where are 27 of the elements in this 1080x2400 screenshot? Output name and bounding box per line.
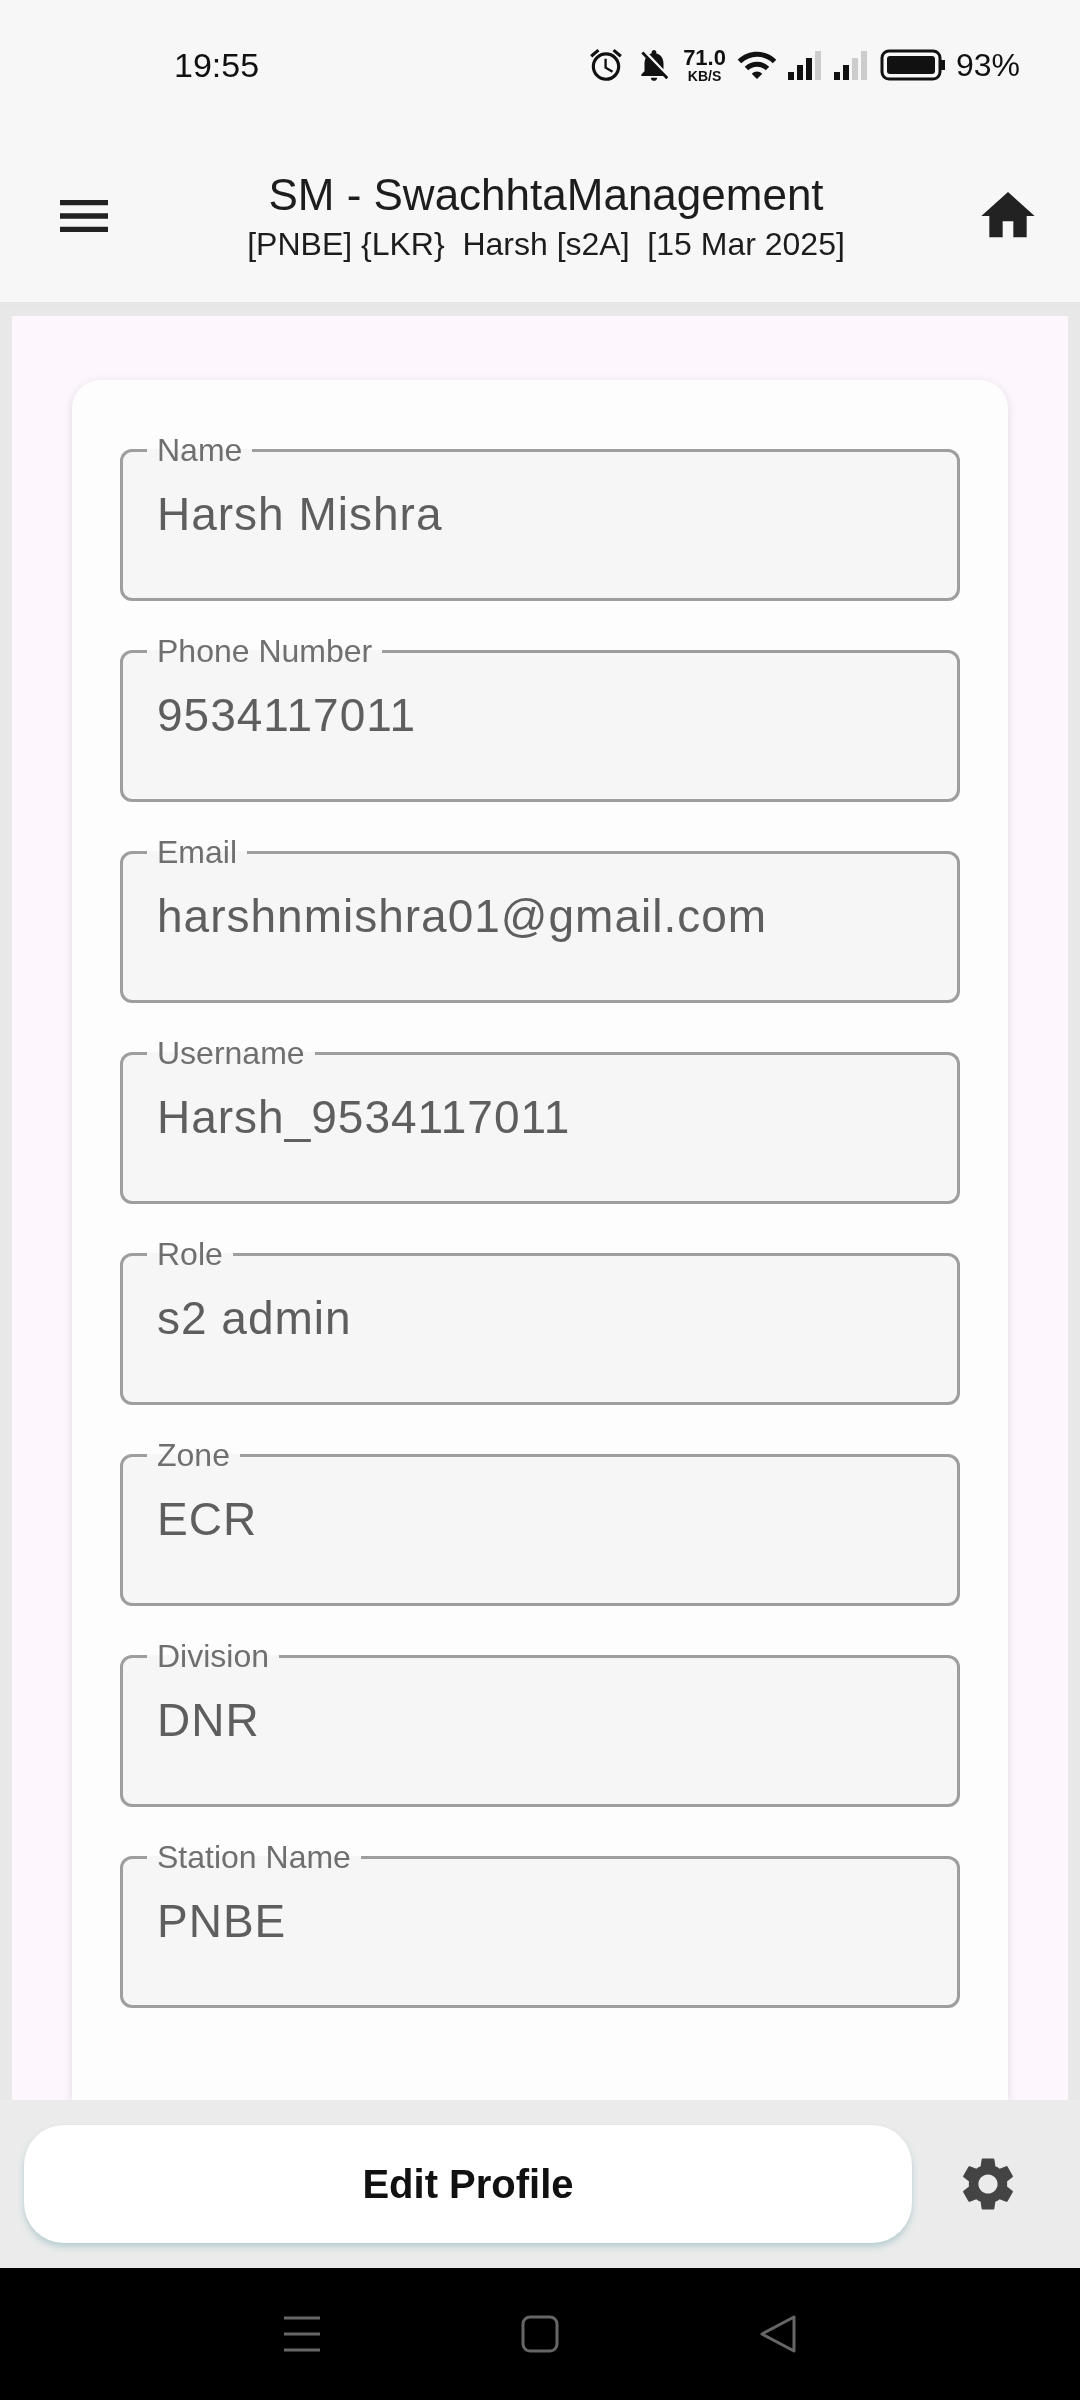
field-label: Station Name: [156, 1838, 352, 1877]
field-value: harshnmishra01@gmail.com: [157, 889, 769, 944]
status-time: 19:55: [174, 45, 261, 85]
signal-icon: [833, 50, 870, 80]
signal-icon: [787, 50, 824, 80]
back-icon[interactable]: [759, 2315, 797, 2353]
app-title: SM - SwachhtaManagement: [268, 169, 824, 220]
square-icon[interactable]: [521, 2315, 559, 2353]
edit-profile-button[interactable]: Edit Profile: [24, 2125, 912, 2243]
field-value: ECR: [157, 1492, 259, 1547]
field-value: 9534117011: [157, 688, 417, 743]
field-value: Harsh_9534117011: [157, 1090, 572, 1145]
field-value: Harsh Mishra: [157, 487, 444, 542]
field-label: Role: [156, 1235, 224, 1274]
field-label: Email: [156, 833, 238, 872]
field-label: Division: [156, 1637, 271, 1676]
network-speed: 71.0 KB/S: [683, 47, 726, 83]
field-label: Username: [156, 1034, 306, 1073]
app-subtitle: [PNBE] {LKR} Harsh [s2A] [15 Mar 2025]: [247, 225, 845, 263]
field-value: s2 admin: [157, 1291, 353, 1346]
field-value: DNR: [157, 1693, 261, 1748]
battery-icon: [879, 49, 946, 81]
field-label: Name: [156, 431, 244, 470]
field-value: PNBE: [157, 1894, 288, 1949]
battery-percent: 93%: [955, 46, 1020, 84]
field-label: Phone Number: [156, 632, 374, 671]
field-label: Zone: [156, 1436, 231, 1475]
